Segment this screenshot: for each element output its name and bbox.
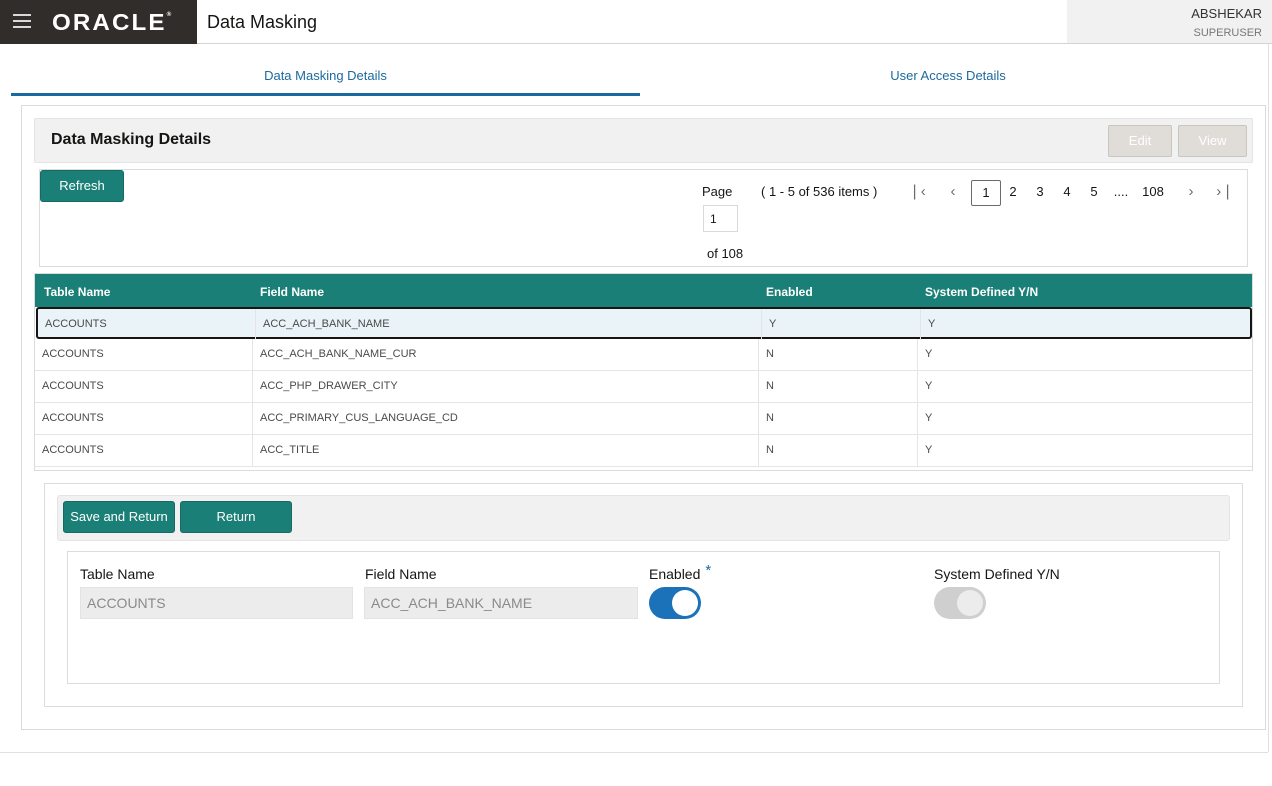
page-ellipsis[interactable]: ....	[1110, 180, 1132, 206]
cell-system-defined: Y	[925, 444, 933, 456]
cell-table-name: ACCOUNTS	[38, 309, 256, 340]
enabled-label: Enabled *	[649, 562, 711, 583]
page-link-1[interactable]: 1	[971, 180, 1001, 206]
table-row[interactable]: ACCOUNTS ACC_ACH_BANK_NAME_CUR N Y	[35, 339, 1252, 371]
cell-table-name: ACCOUNTS	[35, 435, 253, 466]
view-button[interactable]: View	[1178, 125, 1247, 157]
page-link-2[interactable]: 2	[1003, 180, 1023, 206]
field-name-field[interactable]: ACC_ACH_BANK_NAME	[364, 587, 638, 619]
edit-button[interactable]: Edit	[1108, 125, 1172, 157]
cell-table-name: ACCOUNTS	[35, 403, 253, 434]
return-button[interactable]: Return	[180, 501, 292, 533]
cell-enabled: N	[759, 435, 918, 466]
grid-header: Table Name Field Name Enabled System Def…	[35, 274, 1252, 307]
user-name: ABSHEKAR	[1191, 6, 1262, 21]
page-link-4[interactable]: 4	[1057, 180, 1077, 206]
table-name-label: Table Name	[80, 566, 155, 582]
page-input[interactable]: 1	[703, 205, 738, 232]
cell-enabled: N	[759, 403, 918, 434]
items-summary: ( 1 - 5 of 536 items )	[761, 184, 878, 199]
user-menu[interactable]: ABSHEKAR SUPERUSER	[1067, 0, 1272, 43]
brand-area: ORACLE®	[0, 0, 197, 44]
column-header-system-defined[interactable]: System Defined Y/N	[925, 285, 1038, 299]
oracle-logo: ORACLE®	[52, 9, 172, 35]
last-page-icon[interactable]: ›❘	[1214, 180, 1236, 206]
next-page-icon[interactable]: ›	[1180, 180, 1202, 206]
refresh-button[interactable]: Refresh	[40, 170, 124, 202]
app-title: Data Masking	[207, 12, 318, 32]
table-row[interactable]: ACCOUNTS ACC_PHP_DRAWER_CITY N Y	[35, 371, 1252, 403]
required-indicator: *	[705, 562, 712, 579]
section-title: Data Masking Details	[51, 131, 212, 148]
tab-user-access-details[interactable]: User Access Details	[640, 68, 1256, 96]
divider	[1268, 44, 1269, 752]
footer-divider	[0, 752, 1268, 753]
cell-system-defined: Y	[928, 318, 936, 330]
field-name-label: Field Name	[365, 566, 437, 582]
column-header-enabled[interactable]: Enabled	[766, 285, 813, 299]
save-and-return-button[interactable]: Save and Return	[63, 501, 175, 533]
enabled-label-text: Enabled	[649, 566, 701, 582]
cell-table-name: ACCOUNTS	[35, 339, 253, 370]
table-row[interactable]: ACCOUNTS ACC_TITLE N Y	[35, 435, 1252, 467]
hamburger-menu-icon[interactable]	[13, 14, 31, 28]
toggle-knob	[672, 590, 698, 616]
cell-system-defined: Y	[925, 412, 933, 424]
table-row[interactable]: ACCOUNTS ACC_ACH_BANK_NAME Y Y	[36, 307, 1252, 340]
cell-field-name: ACC_ACH_BANK_NAME_CUR	[253, 339, 759, 370]
tab-data-masking-details[interactable]: Data Masking Details	[11, 68, 640, 96]
page-link-3[interactable]: 3	[1030, 180, 1050, 206]
cell-field-name: ACC_PRIMARY_CUS_LANGUAGE_CD	[253, 403, 759, 434]
data-grid: Table Name Field Name Enabled System Def…	[34, 273, 1253, 471]
enabled-toggle[interactable]	[649, 587, 701, 619]
section-header: Data Masking Details Edit View	[34, 118, 1253, 163]
first-page-icon[interactable]: ❘‹	[906, 180, 928, 206]
user-role: SUPERUSER	[1193, 27, 1262, 39]
page-link-5[interactable]: 5	[1084, 180, 1104, 206]
column-header-field-name[interactable]: Field Name	[260, 285, 324, 299]
cell-system-defined: Y	[925, 348, 933, 360]
cell-field-name: ACC_ACH_BANK_NAME	[256, 309, 762, 340]
page-link-108[interactable]: 108	[1138, 180, 1168, 206]
toggle-knob	[957, 590, 983, 616]
table-row[interactable]: ACCOUNTS ACC_PRIMARY_CUS_LANGUAGE_CD N Y	[35, 403, 1252, 435]
previous-page-icon[interactable]: ‹	[942, 180, 964, 206]
cell-table-name: ACCOUNTS	[35, 371, 253, 402]
cell-enabled: N	[759, 339, 918, 370]
cell-enabled: N	[759, 371, 918, 402]
cell-system-defined: Y	[925, 380, 933, 392]
system-defined-toggle[interactable]	[934, 587, 986, 619]
cell-field-name: ACC_TITLE	[253, 435, 759, 466]
column-header-table-name[interactable]: Table Name	[44, 285, 110, 299]
table-name-field[interactable]: ACCOUNTS	[80, 587, 353, 619]
top-bar: ORACLE® Data Masking ABSHEKAR SUPERUSER	[0, 0, 1272, 44]
system-defined-label: System Defined Y/N	[934, 566, 1060, 582]
cell-field-name: ACC_PHP_DRAWER_CITY	[253, 371, 759, 402]
cell-enabled: Y	[762, 309, 921, 340]
page-label: Page	[702, 184, 733, 199]
page-count: of 108	[707, 246, 744, 261]
